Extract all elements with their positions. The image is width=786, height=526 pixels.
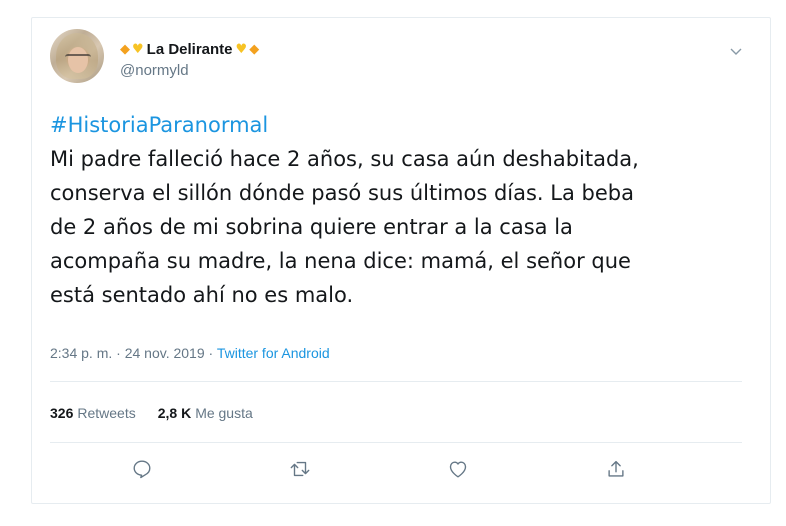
chevron-down-icon[interactable] [730, 41, 742, 55]
tweet-line: conserva el sillón dónde pasó sus último… [50, 181, 634, 205]
engagement-stats: 326 Retweets 2,8 K Me gusta [50, 405, 253, 421]
divider [50, 381, 742, 382]
avatar-glasses [65, 54, 91, 62]
tweet-text: #HistoriaParanormal Mi padre falleció ha… [50, 108, 750, 312]
action-bar [32, 458, 772, 488]
yellow-heart-emoji-icon: ♥ [132, 41, 144, 57]
cat-face-emoji-icon: ◆ [120, 41, 130, 57]
yellow-heart-emoji-icon: ♥ [235, 41, 248, 57]
retweet-icon[interactable] [289, 458, 313, 482]
divider [50, 442, 742, 443]
user-handle[interactable]: @normyld [120, 62, 189, 79]
likes-count: 2,8 K [157, 405, 192, 421]
like-icon[interactable] [447, 458, 471, 482]
timestamp[interactable]: 2:34 p. m. · 24 nov. 2019 · [50, 345, 217, 361]
avatar[interactable] [50, 29, 104, 83]
hashtag-link[interactable]: #HistoriaParanormal [50, 108, 750, 142]
tweet-line: acompaña su madre, la nena dice: mamá, e… [50, 249, 631, 273]
retweets-label: Retweets [77, 405, 136, 421]
display-name: La Delirante [146, 41, 233, 58]
tweet-line: Mi padre falleció hace 2 años, su casa a… [50, 147, 639, 171]
source-link[interactable]: Twitter for Android [217, 345, 330, 361]
author-name-row[interactable]: ◆ ♥ La Delirante ♥ ◆ [120, 41, 259, 58]
cat-face-emoji-icon: ◆ [249, 41, 260, 57]
likes-label: Me gusta [195, 405, 253, 421]
reply-icon[interactable] [131, 458, 155, 482]
tweet-line: de 2 años de mi sobrina quiere entrar a … [50, 215, 573, 239]
likes-stat[interactable]: 2,8 K Me gusta [158, 405, 253, 421]
tweet-metadata: 2:34 p. m. · 24 nov. 2019 · Twitter for … [50, 345, 330, 361]
retweets-stat[interactable]: 326 Retweets [50, 405, 136, 421]
share-icon[interactable] [605, 458, 629, 482]
tweet-card: ◆ ♥ La Delirante ♥ ◆ @normyld #HistoriaP… [31, 17, 771, 504]
retweets-count: 326 [50, 405, 74, 421]
tweet-line: está sentado ahí no es malo. [50, 283, 354, 307]
